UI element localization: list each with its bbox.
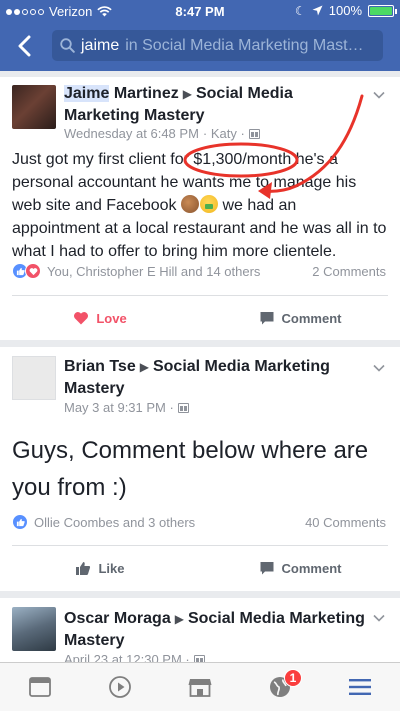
- menu-icon: [349, 679, 371, 695]
- avatar[interactable]: [12, 85, 56, 129]
- status-right: ☾ 100%: [294, 3, 397, 18]
- post-amount: $1,300/month: [193, 151, 292, 168]
- love-reaction-icon: [25, 263, 41, 279]
- status-bar: Verizon 8:47 PM ☾ 100%: [0, 0, 400, 22]
- flexed-biceps-icon: [181, 195, 199, 213]
- chevron-left-icon: [18, 35, 31, 57]
- reactions-row[interactable]: Ollie Coombes and 3 others 40 Comments: [12, 514, 386, 530]
- post-time[interactable]: Wednesday at 6:48 PM: [64, 126, 199, 141]
- post-time[interactable]: May 3 at 9:31 PM ·: [64, 400, 174, 415]
- author-last-name[interactable]: Martinez: [114, 85, 179, 102]
- avatar[interactable]: [12, 356, 56, 400]
- comment-count[interactable]: 2 Comments: [312, 264, 386, 279]
- search-icon: [60, 38, 75, 53]
- post-actions: Love Comment: [0, 296, 400, 340]
- tab-menu[interactable]: [320, 663, 400, 711]
- chevron-down-icon[interactable]: [372, 88, 386, 102]
- search-context: in Social Media Marketing Mast…: [125, 36, 364, 54]
- post-header: Jaime Martinez ▶ Social Media Marketing Ma…: [64, 83, 370, 126]
- tab-video[interactable]: [80, 663, 160, 711]
- reaction-summary: Ollie Coombes and 3 others: [34, 514, 196, 530]
- reaction-summary: You, Christopher E Hill and 14 others: [47, 263, 261, 279]
- tab-news-feed[interactable]: [0, 663, 80, 711]
- post-text: Guys, Comment below where are you from :…: [12, 437, 369, 501]
- tab-bar: 1: [0, 662, 400, 711]
- heart-icon: [74, 312, 89, 325]
- post-text-part: Just got my first client for: [12, 151, 189, 168]
- arrow-right-icon: ▶: [174, 612, 184, 626]
- post-actions: Like Comment: [0, 546, 400, 590]
- reactions-row[interactable]: You, Christopher E Hill and 14 others 2 …: [12, 263, 386, 279]
- notification-badge: 1: [284, 669, 302, 687]
- post-meta: Wednesday at 6:48 PM · Katy ·: [64, 126, 260, 141]
- comment-count[interactable]: 40 Comments: [305, 515, 386, 530]
- reaction-icons: [12, 514, 28, 530]
- group-privacy-icon: [248, 128, 260, 139]
- location-arrow-icon: [312, 5, 323, 16]
- group-privacy-icon: [177, 402, 189, 413]
- post-card-jaime: Jaime Martinez ▶ Social Media Marketing Ma…: [0, 77, 400, 340]
- marketplace-icon: [188, 679, 212, 697]
- comment-label: Comment: [281, 310, 342, 326]
- battery-percent: 100%: [328, 3, 362, 18]
- arrow-right-icon: ▶: [139, 360, 149, 374]
- comment-icon: [260, 311, 274, 324]
- video-icon: [109, 676, 131, 698]
- comment-button[interactable]: Comment: [200, 546, 400, 590]
- search-input[interactable]: jaime in Social Media Marketing Mast…: [52, 30, 383, 61]
- post-text: Just got my first client for $1,300/mont…: [12, 148, 388, 263]
- love-button[interactable]: Love: [0, 296, 200, 340]
- comment-icon: [260, 561, 274, 574]
- author-first-name[interactable]: Jaime: [64, 85, 110, 102]
- post-card-brian: Brian Tse ▶ Social Media Marketing Mastery…: [0, 347, 400, 591]
- money-mouth-face-icon: [200, 195, 218, 213]
- post-header: Oscar Moraga ▶ Social Media Marketing Mast…: [64, 608, 370, 651]
- like-label: Like: [98, 560, 125, 576]
- author-name[interactable]: Brian Tse: [64, 358, 136, 375]
- reaction-icons: [12, 263, 41, 279]
- back-button[interactable]: [10, 30, 38, 62]
- post-location: · Katy ·: [202, 126, 245, 141]
- search-query: jaime: [81, 36, 120, 54]
- post-card-oscar: Oscar Moraga ▶ Social Media Marketing Mast…: [0, 598, 400, 667]
- chevron-down-icon[interactable]: [372, 361, 386, 375]
- chevron-down-icon[interactable]: [372, 611, 386, 625]
- comment-label: Comment: [281, 560, 342, 576]
- avatar[interactable]: [12, 607, 56, 651]
- comment-button[interactable]: Comment: [200, 296, 400, 340]
- top-bar: Verizon 8:47 PM ☾ 100% jaime in Social M…: [0, 0, 400, 71]
- post-meta: May 3 at 9:31 PM ·: [64, 400, 189, 415]
- thumbs-up-icon: [76, 561, 91, 575]
- tab-marketplace[interactable]: [160, 663, 240, 711]
- like-button[interactable]: Like: [0, 546, 200, 590]
- author-name[interactable]: Oscar Moraga: [64, 610, 171, 627]
- arrow-right-icon: ▶: [182, 87, 192, 101]
- battery-icon: [368, 4, 397, 17]
- moon-icon: ☾: [294, 3, 306, 18]
- news-feed-icon: [29, 677, 51, 697]
- tab-notifications[interactable]: 1: [240, 663, 320, 711]
- love-label: Love: [96, 310, 127, 326]
- post-header: Brian Tse ▶ Social Media Marketing Mastery: [64, 356, 370, 399]
- like-reaction-icon: [12, 514, 28, 530]
